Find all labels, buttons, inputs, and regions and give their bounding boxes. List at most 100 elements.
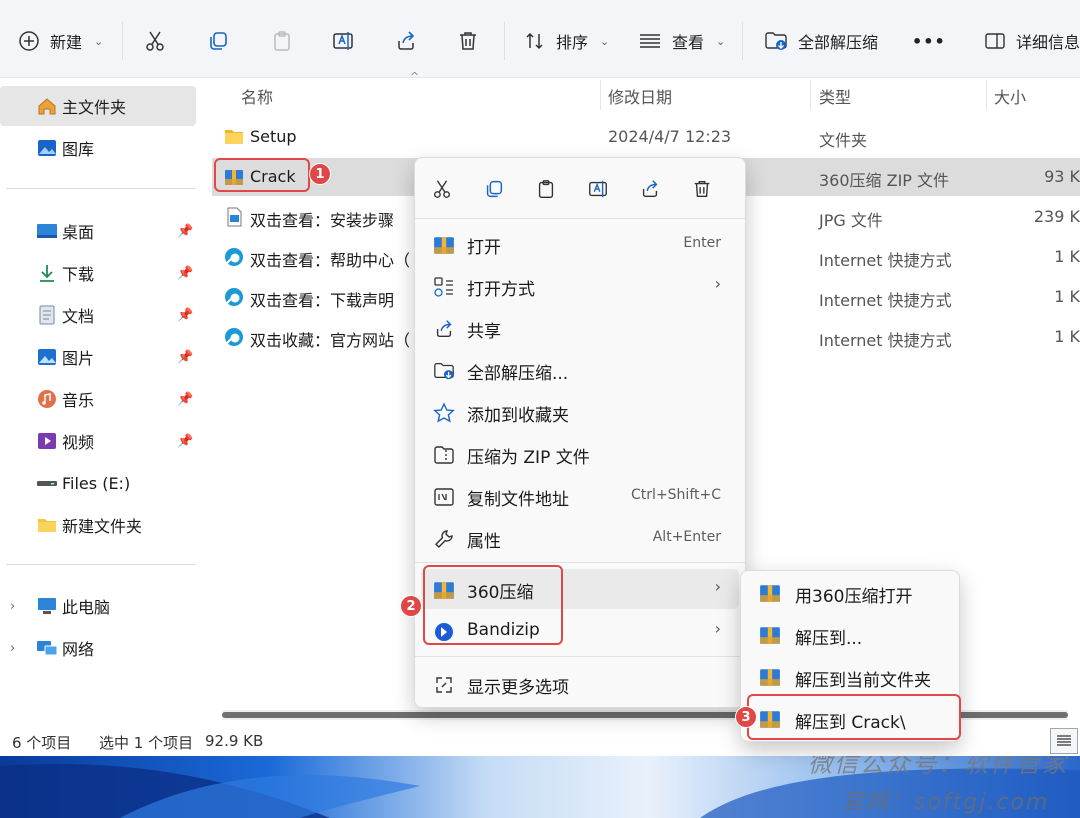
video-icon [38, 433, 56, 449]
pc-icon [38, 598, 56, 614]
pin-icon: 📌 [177, 223, 194, 239]
extract-folder-icon [765, 32, 787, 50]
menu-item-copy-path[interactable]: 复制文件地址 Ctrl+Shift+C [421, 476, 739, 516]
sidebar-item-desktop[interactable]: 桌面 📌 [0, 211, 196, 251]
trash-icon [694, 180, 710, 198]
menu-item-label: 压缩为 ZIP 文件 [467, 448, 590, 468]
sidebar-item-label: 此电脑 [62, 598, 111, 617]
zip-folder-icon [434, 446, 454, 464]
menu-item-show-more[interactable]: 显示更多选项 [421, 664, 739, 704]
watermark-line-1: 微信公众号：软件管家 [808, 756, 1068, 778]
paste-button[interactable] [270, 22, 294, 60]
details-view-toggle[interactable] [1050, 728, 1078, 754]
sidebar-item-videos[interactable]: 视频 📌 [0, 421, 196, 461]
menu-divider [415, 218, 745, 219]
submenu-item-label: 解压到当前文件夹 [795, 671, 931, 691]
more-label: ••• [912, 31, 946, 51]
paste-icon [274, 31, 290, 51]
column-header-type[interactable]: 类型 [819, 84, 851, 108]
sort-button[interactable]: 排序 ⌄ [524, 22, 609, 60]
copy-action[interactable] [479, 174, 509, 204]
column-divider[interactable] [600, 80, 601, 110]
menu-item-properties[interactable]: 属性 Alt+Enter [421, 518, 739, 558]
sidebar-item-drive-e[interactable]: Files (E:) [0, 463, 196, 503]
cut-action[interactable] [427, 174, 457, 204]
menu-item-shortcut: Alt+Enter [652, 529, 721, 545]
desktop-icon [37, 224, 57, 238]
new-button[interactable]: 新建 ⌄ [18, 22, 103, 60]
share-action[interactable] [635, 174, 665, 204]
cut-button[interactable] [143, 22, 167, 60]
navigation-pane: 主文件夹 图库 桌面 📌 下载 📌 文档 📌 图片 📌 音乐 📌 视频 📌 Fi… [0, 78, 200, 728]
paste-action[interactable] [531, 174, 561, 204]
sidebar-item-music[interactable]: 音乐 📌 [0, 379, 196, 419]
image-file-icon [227, 207, 242, 227]
sidebar-item-label: 桌面 [62, 223, 95, 242]
sidebar-item-pictures[interactable]: 图片 📌 [0, 337, 196, 377]
open-with-icon [434, 277, 453, 297]
sidebar-item-downloads[interactable]: 下载 📌 [0, 253, 196, 293]
copy-button[interactable] [206, 22, 230, 60]
share-icon [642, 180, 658, 198]
menu-item-label: 添加到收藏夹 [467, 406, 569, 426]
folder-icon [38, 519, 56, 532]
menu-item-extract-all[interactable]: 全部解压缩... [421, 350, 739, 390]
chevron-right-icon[interactable]: › [10, 641, 15, 656]
home-icon [38, 98, 56, 115]
sidebar-item-label: Files (E:) [62, 473, 131, 493]
column-header-date[interactable]: 修改日期 [608, 84, 672, 108]
file-type: Internet 快捷方式 [819, 331, 952, 350]
column-divider[interactable] [810, 80, 811, 110]
sidebar-item-label: 下载 [62, 265, 95, 284]
submenu-item-open-360[interactable]: 用360压缩打开 [747, 573, 955, 613]
desktop-wallpaper: 微信公众号：软件管家 官网：softgj.com [0, 756, 1080, 818]
more-button[interactable]: ••• [912, 22, 946, 60]
menu-item-share[interactable]: 共享 [421, 308, 739, 348]
column-divider[interactable] [986, 80, 987, 110]
share-button[interactable] [394, 22, 418, 60]
plus-circle-icon [19, 31, 39, 51]
submenu-item-extract-here[interactable]: 解压到当前文件夹 [747, 657, 955, 697]
sidebar-divider [6, 564, 196, 565]
delete-action[interactable] [687, 174, 717, 204]
column-header-name[interactable]: 名称 [241, 84, 273, 108]
menu-item-open[interactable]: 打开 Enter [421, 224, 739, 264]
chevron-right-icon: › [714, 619, 721, 638]
sort-icon [526, 32, 543, 50]
extract-all-button[interactable]: 全部解压缩 [764, 22, 878, 60]
sidebar-divider [6, 188, 196, 189]
sidebar-item-label: 新建文件夹 [62, 517, 143, 536]
chevron-right-icon[interactable]: › [10, 599, 15, 614]
delete-button[interactable] [456, 22, 480, 60]
scissors-icon [146, 31, 164, 51]
paste-icon [538, 180, 554, 198]
file-size: 1 K [1054, 327, 1080, 346]
pin-icon: 📌 [177, 391, 194, 407]
chevron-right-icon: › [714, 274, 721, 293]
rename-action[interactable] [583, 174, 613, 204]
menu-item-compress-zip[interactable]: 压缩为 ZIP 文件 [421, 434, 739, 474]
step-badge-2: 2 [400, 595, 422, 617]
toolbar-divider [742, 22, 743, 60]
pin-icon: 📌 [177, 265, 194, 281]
rename-button[interactable] [331, 22, 355, 60]
menu-item-add-favorite[interactable]: 添加到收藏夹 [421, 392, 739, 432]
sidebar-item-home[interactable]: 主文件夹 [0, 86, 196, 126]
details-label: 详细信息 [1016, 33, 1080, 52]
highlight-box-extract-crack [747, 694, 961, 740]
sidebar-item-new-folder[interactable]: 新建文件夹 [0, 505, 196, 545]
sidebar-item-gallery[interactable]: 图库 [0, 128, 196, 168]
sidebar-item-label: 网络 [62, 640, 95, 659]
sidebar-item-network[interactable]: › 网络 [0, 628, 196, 668]
column-header-size[interactable]: 大小 [994, 84, 1026, 108]
file-row[interactable]: Setup 2024/4/7 12:23 文件夹 [212, 118, 1080, 156]
sidebar-item-this-pc[interactable]: › 此电脑 [0, 586, 196, 626]
details-button[interactable]: 详细信息 [984, 22, 1080, 60]
menu-item-open-with[interactable]: 打开方式 › [421, 266, 739, 306]
gallery-icon [38, 140, 56, 156]
menu-item-label: 打开 [467, 238, 501, 258]
sidebar-item-documents[interactable]: 文档 📌 [0, 295, 196, 335]
view-button[interactable]: 查看 ⌄ [638, 22, 725, 60]
submenu-item-extract-to[interactable]: 解压到... [747, 615, 955, 655]
file-date: 2024/4/7 12:23 [608, 127, 732, 146]
